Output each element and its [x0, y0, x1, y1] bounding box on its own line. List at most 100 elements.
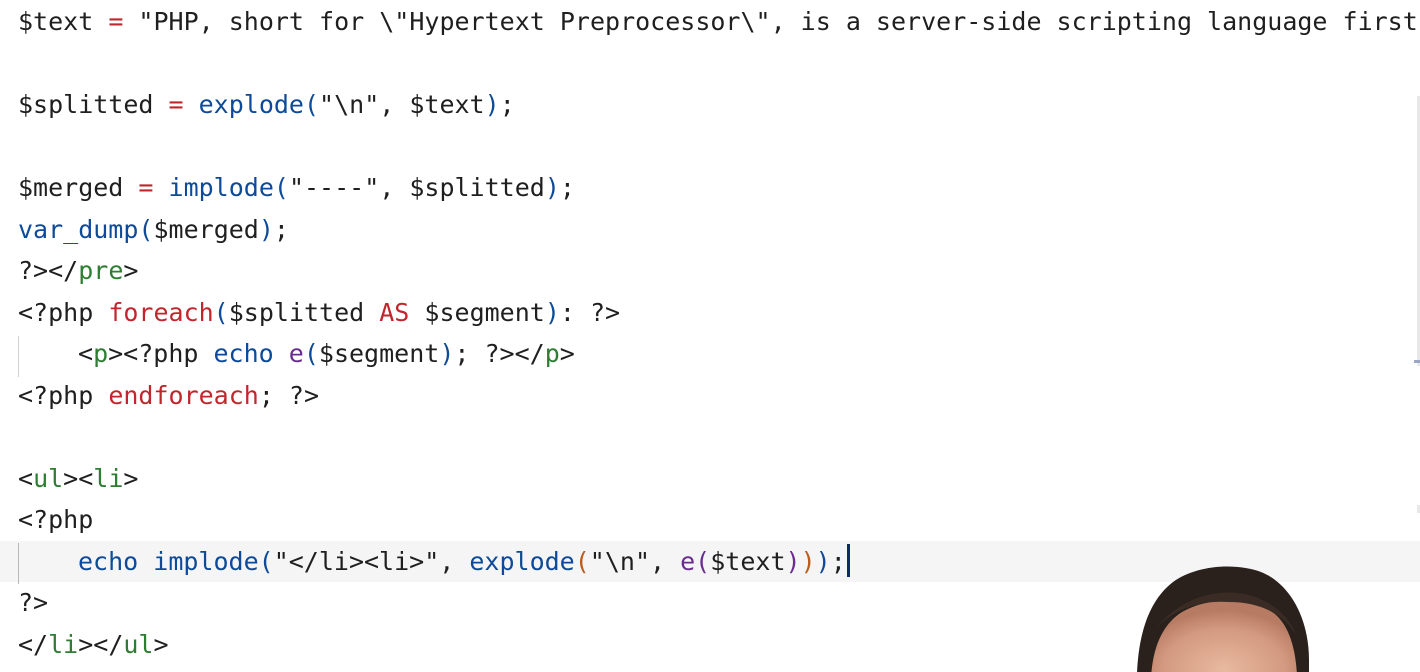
code-token: ; — [830, 546, 846, 576]
code-token: $merged — [18, 173, 124, 202]
code-line[interactable]: <?php — [0, 499, 1420, 540]
code-token: ( — [258, 546, 274, 576]
code-line-text: $splitted = explode("\n", $text); — [18, 84, 515, 125]
code-token: </ — [18, 629, 49, 659]
code-token: < — [18, 463, 34, 493]
code-token: $segment — [318, 339, 440, 368]
code-token: ?> — [18, 588, 49, 617]
code-line-text: $merged = implode("----", $splitted); — [18, 167, 575, 208]
indent-guide-php-block — [18, 543, 19, 584]
code-token: ul — [33, 463, 64, 493]
code-line[interactable]: <ul><li> — [0, 458, 1420, 499]
scrollbar-position-marker — [1414, 360, 1420, 363]
code-line[interactable]: $merged = implode("----", $splitted); — [0, 167, 1420, 208]
code-token: foreach — [108, 297, 214, 327]
code-token: var_dump — [18, 214, 139, 244]
code-token: "----", $splitted — [288, 173, 545, 202]
code-token: ) — [785, 546, 801, 576]
code-token: li — [48, 629, 79, 659]
code-editor[interactable]: $text = "PHP, short for \"Hypertext Prep… — [0, 0, 1420, 672]
code-line[interactable]: <?php endforeach; ?> — [0, 375, 1420, 416]
code-token: echo — [213, 339, 274, 368]
code-line-text: <?php foreach($splitted AS $segment): ?> — [18, 292, 620, 333]
code-token: > — [123, 463, 139, 493]
code-line-text: <p><?php echo e($segment); ?></p> — [78, 333, 575, 374]
code-token: >< — [63, 463, 94, 493]
code-line[interactable]: $splitted = explode("\n", $text); — [0, 84, 1420, 125]
code-line[interactable] — [0, 126, 1420, 167]
code-token: ) — [815, 546, 831, 576]
code-line[interactable] — [0, 43, 1420, 84]
code-token: explode — [469, 546, 575, 576]
code-line-text: <?php endforeach; ?> — [18, 375, 319, 416]
code-token: $text — [710, 546, 786, 576]
code-token: "\n", — [589, 546, 681, 576]
code-token: ; — [273, 214, 289, 244]
code-line-text: </li></ul> — [18, 624, 169, 665]
code-token: pre — [78, 256, 124, 285]
code-token: "PHP, short for \"Hypertext Preprocessor… — [138, 7, 1418, 36]
code-line[interactable]: $text = "PHP, short for \"Hypertext Prep… — [0, 1, 1420, 42]
code-token: <?php — [18, 505, 94, 534]
code-token: ( — [273, 173, 289, 202]
code-token: "\n", $text — [319, 90, 485, 119]
code-token: p — [93, 339, 109, 368]
indent-guide-foreach — [18, 336, 19, 377]
code-token: > — [123, 256, 139, 285]
code-token: $merged — [153, 214, 259, 244]
code-token: ( — [574, 546, 590, 576]
code-token: e — [288, 339, 304, 368]
code-token: ) — [544, 297, 560, 327]
code-token: ><?php — [108, 339, 214, 368]
code-token: = — [93, 7, 139, 36]
code-token: ( — [695, 546, 711, 576]
code-line-text: ?> — [18, 582, 48, 623]
code-token: ( — [213, 297, 229, 327]
code-token: echo — [78, 546, 139, 576]
code-token: ul — [123, 629, 154, 659]
code-token: = — [123, 173, 169, 202]
code-token: li — [93, 463, 124, 493]
code-token: $splitted — [18, 90, 154, 119]
code-line-text: var_dump($merged); — [18, 209, 289, 250]
code-line-text: $text = "PHP, short for \"Hypertext Prep… — [18, 1, 1418, 42]
code-token: ( — [303, 90, 320, 119]
code-token: ></ — [78, 629, 124, 659]
code-token: <?php — [18, 380, 109, 410]
code-token: ; — [559, 173, 575, 202]
code-line-text: ?></pre> — [18, 250, 138, 291]
code-token: e — [680, 546, 696, 576]
code-token: < — [78, 339, 94, 368]
code-token: > — [559, 339, 575, 368]
code-token: > — [153, 629, 169, 659]
code-token: $splitted — [228, 297, 380, 327]
presenter-avatar — [1137, 566, 1309, 672]
code-line[interactable]: <?php foreach($splitted AS $segment): ?> — [0, 292, 1420, 333]
code-token: = — [153, 90, 199, 119]
code-token: $text — [18, 7, 94, 36]
code-token: implode — [168, 173, 274, 202]
code-line[interactable] — [0, 416, 1420, 457]
code-token: ( — [303, 339, 319, 368]
code-token: ?></ — [18, 256, 79, 285]
code-line-text: <ul><li> — [18, 458, 138, 499]
code-token: ) — [484, 90, 500, 119]
code-line[interactable]: var_dump($merged); — [0, 209, 1420, 250]
code-token: explode — [198, 90, 304, 119]
code-token: implode — [153, 546, 259, 576]
code-token: p — [544, 339, 560, 368]
code-token: ) — [439, 339, 455, 368]
code-token: ) — [258, 214, 274, 244]
code-token: <?php — [18, 297, 109, 327]
code-token: ; — [499, 90, 515, 119]
code-token: $segment — [409, 297, 545, 327]
code-token: AS — [379, 297, 410, 327]
code-token: ; ?> — [258, 380, 320, 410]
text-cursor — [846, 543, 850, 577]
code-line[interactable]: <p><?php echo e($segment); ?></p> — [0, 333, 1420, 374]
code-line[interactable]: ?></pre> — [0, 250, 1420, 291]
code-token: ; ?></ — [454, 339, 545, 368]
code-token: ) — [544, 173, 560, 202]
